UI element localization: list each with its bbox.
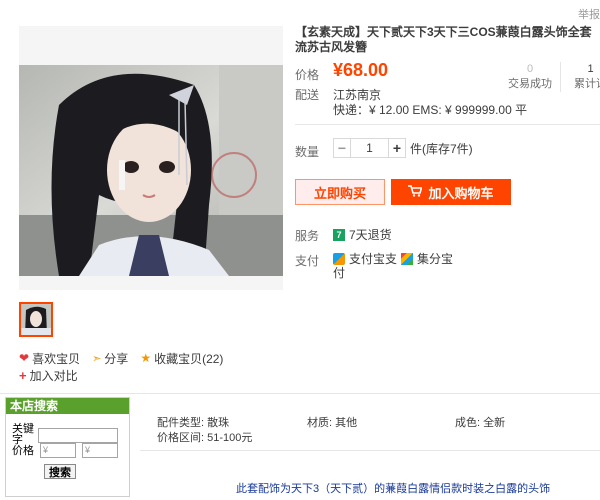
- stat-reviews-count: 1: [587, 63, 594, 75]
- stat-reviews[interactable]: 1 累计评: [560, 62, 600, 92]
- star-icon: ★: [140, 351, 152, 365]
- cart-icon: [408, 184, 424, 200]
- product-price: ¥68.00: [333, 60, 389, 80]
- section-divider: [0, 393, 600, 394]
- jifenbao-icon: [401, 252, 414, 265]
- add-to-cart-button[interactable]: 加入购物车: [391, 179, 511, 205]
- product-photo: [19, 65, 283, 276]
- quantity-decrease-button[interactable]: −: [333, 138, 351, 158]
- attribute-condition: 成色: 全新: [455, 417, 506, 429]
- buy-now-button[interactable]: 立即购买: [295, 179, 385, 205]
- stat-deals-count: 0: [526, 63, 534, 75]
- payment-label: 支付: [295, 254, 320, 268]
- product-title: 【玄素天成】天下贰天下3天下三COS蒹葭白露头饰全套流苏古风发簪: [295, 25, 592, 54]
- social-actions: ❤ 喜欢宝贝 ➣ 分享 ★ 收藏宝贝(22) + 加入对比: [19, 350, 223, 383]
- shop-search-button[interactable]: 搜索: [44, 464, 76, 479]
- quantity-input[interactable]: 1: [351, 138, 388, 158]
- quantity-increase-button[interactable]: +: [388, 138, 406, 158]
- like-button[interactable]: ❤ 喜欢宝贝: [19, 350, 80, 367]
- add-to-cart-label: 加入购物车: [428, 185, 494, 201]
- attribute-accessory-type: 配件类型: 散珠: [157, 417, 230, 429]
- shop-search-panel: 本店搜索 关键 字 价格 ¥ ¥ 搜索: [5, 397, 130, 497]
- compare-button[interactable]: + 加入对比: [19, 367, 223, 383]
- report-link[interactable]: 举报: [578, 6, 600, 22]
- service-return[interactable]: 7 7天退货: [333, 226, 392, 243]
- keyword-input[interactable]: [38, 427, 118, 443]
- stat-reviews-label: 累计评: [574, 78, 600, 90]
- service-text: 7天退货: [349, 228, 392, 242]
- alipay-label[interactable]: 支付宝支: [349, 250, 397, 267]
- share-button[interactable]: ➣ 分享: [92, 350, 128, 367]
- attributes-divider: [140, 450, 600, 451]
- product-description: 此套配饰为天下3（天下贰）的蒹葭白露情侣款时装之白露的头饰: [236, 483, 551, 495]
- collect-button[interactable]: ★ 收藏宝贝(22): [140, 350, 223, 367]
- price-to-input[interactable]: ¥: [82, 442, 118, 458]
- jifenbao-label[interactable]: 集分宝: [417, 250, 453, 267]
- stat-deals[interactable]: 0 交易成功: [500, 62, 560, 92]
- heart-icon: ❤: [19, 351, 30, 365]
- stat-deals-label: 交易成功: [508, 78, 552, 90]
- thumbnail-1[interactable]: [19, 302, 53, 337]
- price-label: 价格: [295, 68, 320, 82]
- quantity-stock: 件(库存7件): [410, 141, 473, 156]
- product-attributes: 配件类型: 散珠 材质: 其他 成色: 全新 价格区间: 51-100元: [157, 416, 557, 446]
- seven-day-return-icon: 7: [333, 228, 345, 241]
- compare-label: 加入对比: [29, 368, 78, 383]
- service-label: 服务: [295, 229, 320, 243]
- alipay-label-cont: 付: [333, 266, 346, 280]
- ship-fee: 快递：¥ 12.00 EMS: ¥ 999999.00 平: [333, 103, 528, 117]
- attribute-row: 价格区间: 51-100元: [157, 431, 557, 446]
- ship-label: 配送: [295, 88, 320, 102]
- quantity-stepper: − 1 + 件(库存7件): [333, 138, 473, 158]
- alipay-icon: [333, 252, 345, 265]
- plus-icon: +: [19, 367, 27, 383]
- collect-label: 收藏宝贝(22): [154, 351, 224, 366]
- like-label: 喜欢宝贝: [32, 351, 81, 366]
- payment-methods: 支付宝支 集分宝 付: [333, 251, 453, 281]
- share-label: 分享: [104, 351, 129, 366]
- sales-stats: 0 交易成功 1 累计评: [500, 62, 600, 92]
- quantity-label: 数量: [295, 145, 320, 159]
- price-from-input[interactable]: ¥: [40, 442, 76, 458]
- attribute-material: 材质: 其他: [307, 417, 358, 429]
- attribute-row: 配件类型: 散珠 材质: 其他 成色: 全新: [157, 416, 557, 431]
- share-icon: ➣: [92, 352, 102, 365]
- shop-search-header: 本店搜索: [6, 398, 129, 414]
- price-range-label: 价格: [12, 445, 34, 457]
- attribute-price-range: 价格区间: 51-100元: [157, 432, 253, 444]
- divider: [295, 124, 600, 125]
- main-product-image: [19, 26, 283, 290]
